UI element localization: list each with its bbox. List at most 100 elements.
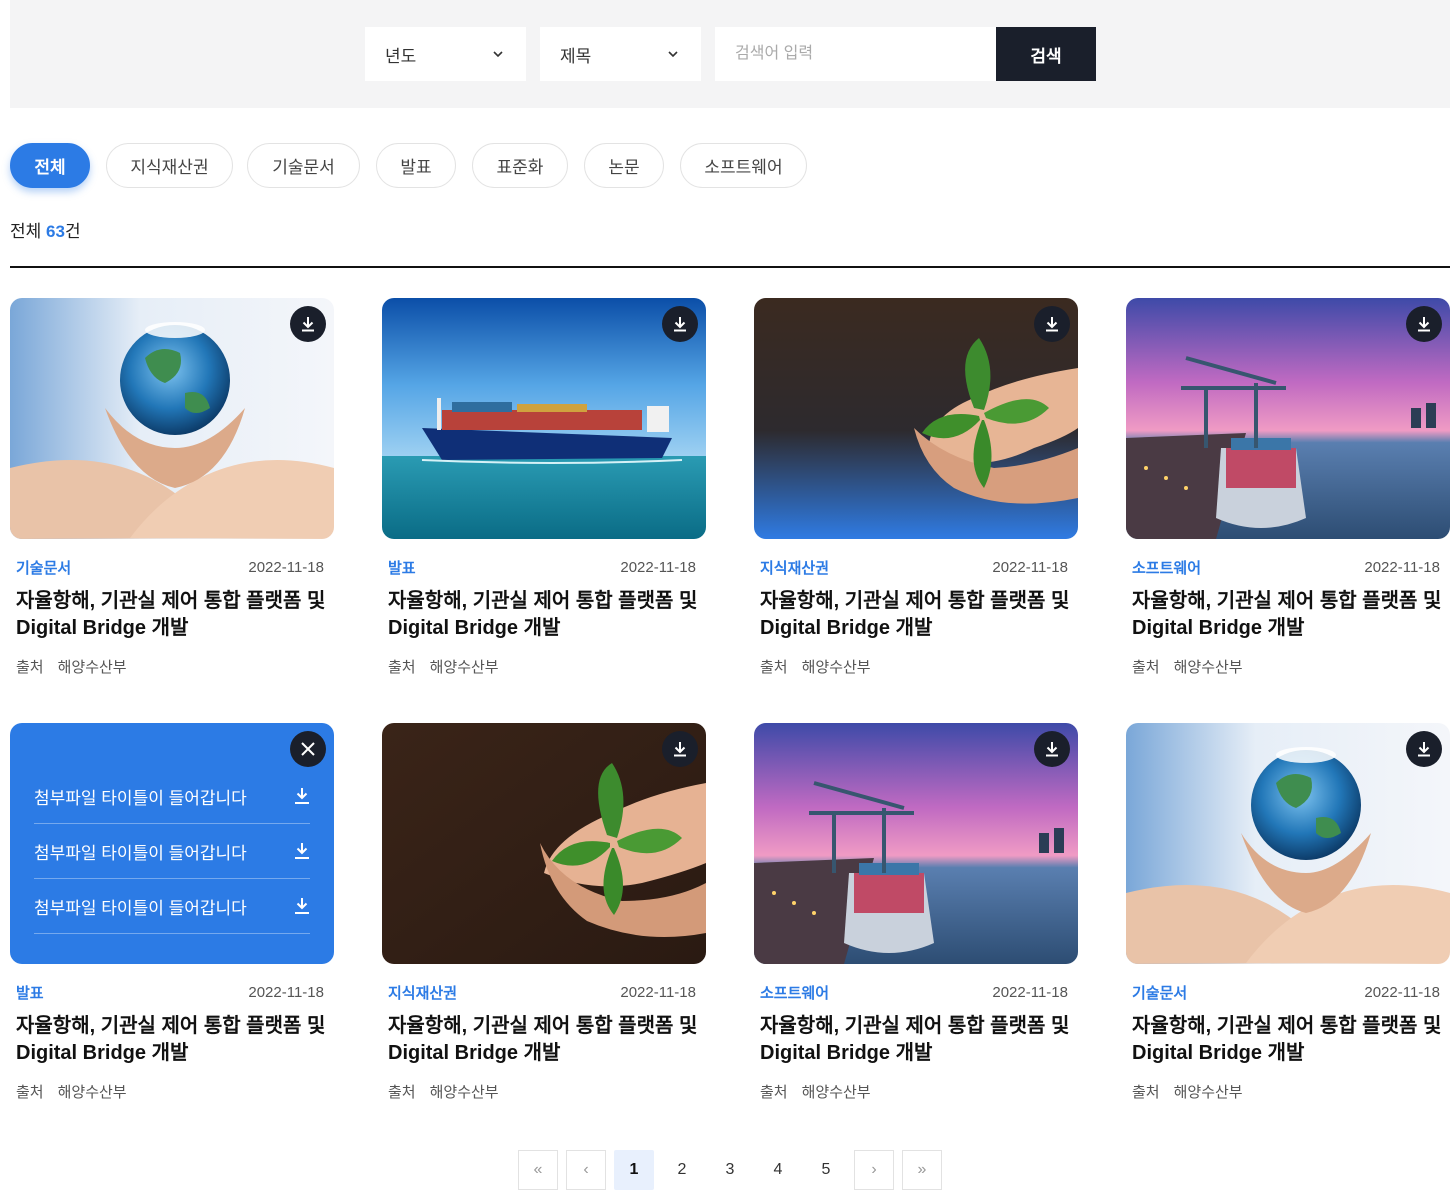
download-icon	[295, 788, 309, 804]
card-title[interactable]: 자율항해, 기관실 제어 통합 플랫폼 및 Digital Bridge 개발	[760, 588, 1070, 642]
card-title[interactable]: 자율항해, 기관실 제어 통합 플랫폼 및 Digital Bridge 개발	[388, 588, 698, 642]
attachment-title: 첨부파일 타이틀이 들어갑니다	[34, 898, 247, 918]
card-date: 2022-11-18	[1364, 983, 1440, 1001]
card-title[interactable]: 자율항해, 기관실 제어 통합 플랫폼 및 Digital Bridge 개발	[16, 588, 326, 642]
download-icon	[295, 843, 309, 859]
card-thumbnail[interactable]	[1126, 298, 1450, 539]
page-number[interactable]: 5	[806, 1150, 846, 1190]
result-count: 전체 63건	[10, 222, 81, 241]
next-page-button[interactable]: ›	[854, 1150, 894, 1190]
card-thumbnail[interactable]	[754, 298, 1078, 539]
download-button[interactable]	[1034, 306, 1070, 342]
sprout-in-soil-image	[754, 298, 1078, 539]
archive-card[interactable]: 기술문서 2022-11-18 자율항해, 기관실 제어 통합 플랫폼 및 Di…	[1126, 723, 1450, 1113]
card-thumbnail[interactable]	[754, 723, 1078, 964]
card-title[interactable]: 자율항해, 기관실 제어 통합 플랫폼 및 Digital Bridge 개발	[388, 1013, 698, 1067]
container-ship-image	[382, 298, 706, 539]
archive-card[interactable]: 소프트웨어 2022-11-18 자율항해, 기관실 제어 통합 플랫폼 및 D…	[1126, 298, 1450, 688]
card-category: 지식재산권	[760, 559, 830, 577]
card-category: 발표	[388, 559, 416, 577]
archive-card[interactable]: 소프트웨어 2022-11-18 자율항해, 기관실 제어 통합 플랫폼 및 D…	[754, 723, 1078, 1113]
attachment-item[interactable]: 첨부파일 타이틀이 들어갑니다	[34, 879, 310, 934]
page-number-current[interactable]: 1	[614, 1150, 654, 1190]
card-thumbnail[interactable]	[382, 723, 706, 964]
page-number[interactable]: 3	[710, 1150, 750, 1190]
port-cranes-image	[1126, 298, 1450, 539]
card-date: 2022-11-18	[248, 983, 324, 1001]
card-title[interactable]: 자율항해, 기관실 제어 통합 플랫폼 및 Digital Bridge 개발	[1132, 588, 1442, 642]
download-button[interactable]	[1406, 731, 1442, 767]
card-date: 2022-11-18	[620, 558, 696, 576]
category-chip-presentation[interactable]: 발표	[376, 143, 456, 188]
download-icon	[674, 742, 686, 757]
card-title[interactable]: 자율항해, 기관실 제어 통합 플랫폼 및 Digital Bridge 개발	[760, 1013, 1070, 1067]
card-source: 출처 해양수산부	[16, 659, 127, 676]
archive-card[interactable]: 기술문서 2022-11-18 자율항해, 기관실 제어 통합 플랫폼 및 Di…	[10, 298, 334, 688]
download-icon	[1418, 317, 1430, 332]
page-number[interactable]: 2	[662, 1150, 702, 1190]
category-chip-standard[interactable]: 표준화	[472, 143, 568, 188]
card-category: 기술문서	[1132, 984, 1188, 1002]
card-date: 2022-11-18	[992, 983, 1068, 1001]
card-thumbnail[interactable]	[1126, 723, 1450, 964]
card-date: 2022-11-18	[1364, 558, 1440, 576]
attachment-title: 첨부파일 타이틀이 들어갑니다	[34, 843, 247, 863]
download-icon	[1418, 742, 1430, 757]
attachment-item[interactable]: 첨부파일 타이틀이 들어갑니다	[34, 824, 310, 879]
card-source: 출처 해양수산부	[760, 659, 871, 676]
card-date: 2022-11-18	[992, 558, 1068, 576]
sprout-in-soil-image	[382, 723, 706, 964]
close-button[interactable]	[290, 731, 326, 767]
page-number[interactable]: 4	[758, 1150, 798, 1190]
archive-card[interactable]: 첨부파일 타이틀이 들어갑니다 첨부파일 타이틀이 들어갑니다 첨부파일 타이틀…	[10, 723, 334, 1113]
last-page-button[interactable]: »	[902, 1150, 942, 1190]
card-category: 기술문서	[16, 559, 72, 577]
card-thumbnail[interactable]	[10, 298, 334, 539]
category-chip-software[interactable]: 소프트웨어	[680, 143, 807, 188]
download-button[interactable]	[1034, 731, 1070, 767]
category-chip-tech-doc[interactable]: 기술문서	[247, 143, 360, 188]
card-source: 출처 해양수산부	[388, 1084, 499, 1101]
card-title[interactable]: 자율항해, 기관실 제어 통합 플랫폼 및 Digital Bridge 개발	[1132, 1013, 1442, 1067]
globe-in-hands-image	[10, 298, 334, 539]
attachment-panel: 첨부파일 타이틀이 들어갑니다 첨부파일 타이틀이 들어갑니다 첨부파일 타이틀…	[10, 723, 334, 964]
card-source: 출처 해양수산부	[760, 1084, 871, 1101]
download-icon	[302, 317, 314, 332]
archive-card[interactable]: 지식재산권 2022-11-18 자율항해, 기관실 제어 통합 플랫폼 및 D…	[754, 298, 1078, 688]
chevron-down-icon	[493, 51, 503, 58]
attachment-item[interactable]: 첨부파일 타이틀이 들어갑니다	[34, 769, 310, 824]
category-chip-all[interactable]: 전체	[10, 143, 90, 188]
archive-card[interactable]: 발표 2022-11-18 자율항해, 기관실 제어 통합 플랫폼 및 Digi…	[382, 298, 706, 688]
card-category: 지식재산권	[388, 984, 458, 1002]
download-button[interactable]	[662, 731, 698, 767]
archive-card[interactable]: 지식재산권 2022-11-18 자율항해, 기관실 제어 통합 플랫폼 및 D…	[382, 723, 706, 1113]
card-date: 2022-11-18	[248, 558, 324, 576]
card-thumbnail[interactable]	[382, 298, 706, 539]
year-select-label: 년도	[385, 46, 417, 66]
attachment-list: 첨부파일 타이틀이 들어갑니다 첨부파일 타이틀이 들어갑니다 첨부파일 타이틀…	[34, 769, 310, 934]
category-chip-paper[interactable]: 논문	[584, 143, 664, 188]
card-source: 출처 해양수산부	[388, 659, 499, 676]
download-button[interactable]	[662, 306, 698, 342]
chevron-down-icon	[668, 51, 678, 58]
download-button[interactable]	[290, 306, 326, 342]
year-select[interactable]: 년도	[365, 27, 526, 81]
first-page-button[interactable]: «	[518, 1150, 558, 1190]
card-title[interactable]: 자율항해, 기관실 제어 통합 플랫폼 및 Digital Bridge 개발	[16, 1013, 326, 1067]
card-category: 소프트웨어	[760, 984, 830, 1002]
search-bar: 년도 제목 검색	[10, 0, 1450, 108]
card-source: 출처 해양수산부	[16, 1084, 127, 1101]
download-icon	[674, 317, 686, 332]
search-input[interactable]	[715, 27, 996, 81]
card-source: 출처 해양수산부	[1132, 1084, 1243, 1101]
card-category: 소프트웨어	[1132, 559, 1202, 577]
download-button[interactable]	[1406, 306, 1442, 342]
port-cranes-image	[754, 723, 1078, 964]
card-category: 발표	[16, 984, 44, 1002]
prev-page-button[interactable]: ‹	[566, 1150, 606, 1190]
search-button[interactable]: 검색	[996, 27, 1096, 81]
card-date: 2022-11-18	[620, 983, 696, 1001]
close-icon	[301, 742, 315, 756]
field-select[interactable]: 제목	[540, 27, 701, 81]
category-chip-ip[interactable]: 지식재산권	[106, 143, 233, 188]
